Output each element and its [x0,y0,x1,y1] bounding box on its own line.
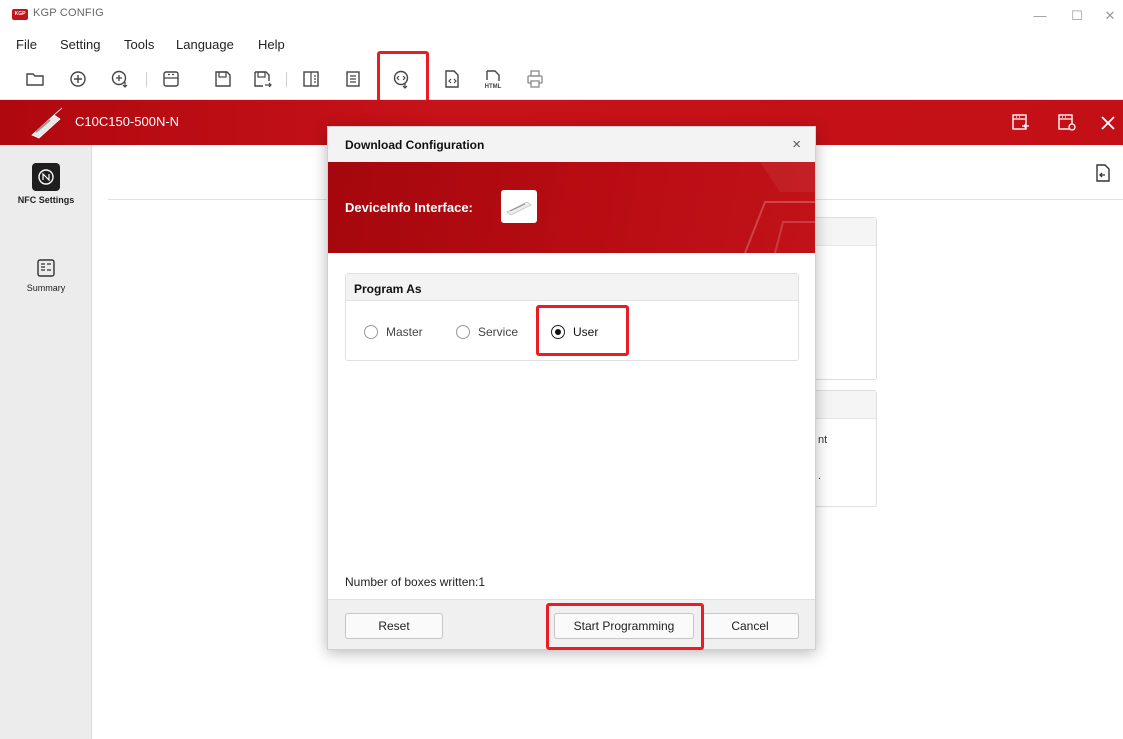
toolbar-separator [286,72,287,87]
program-as-title: Program As [354,282,422,296]
radio-circle [456,325,470,339]
minimize-button[interactable]: — [1030,6,1050,26]
cancel-button[interactable]: Cancel [701,613,799,639]
sidebar: NFC Settings Summary [0,145,92,739]
close-window-button[interactable]: ✕ [1100,6,1120,26]
user-option-highlight [536,305,629,356]
sidebar-item-label: Summary [26,283,66,293]
toolbar-separator [146,72,147,87]
export-file-icon[interactable] [1093,163,1113,183]
boxes-written-status: Number of boxes written:1 [345,575,486,589]
dialog-close-button[interactable]: × [792,136,801,153]
settings-window-icon[interactable] [1056,112,1078,134]
toolbar: HTML [0,51,1123,103]
split-view-icon[interactable] [300,68,322,90]
app-title: KGP CONFIG [33,7,104,19]
device-interface-banner: DeviceInfo Interface: [328,162,815,253]
download-config-highlight [377,51,429,103]
banner-decoration [744,162,815,253]
program-as-header: Program As [346,274,798,301]
nfc-icon [32,163,60,191]
start-programming-highlight [546,603,704,650]
html-label: HTML [485,84,502,90]
menu-setting[interactable]: Setting [60,37,100,52]
radio-label: Master [386,325,423,339]
folder-open-icon[interactable] [24,68,46,90]
sidebar-item-summary[interactable]: Summary [0,257,92,293]
add-upload-icon[interactable] [109,68,131,90]
radio-label: Service [478,325,519,339]
dialog-title: Download Configuration [345,138,485,152]
background-partial-text: nt [818,434,828,446]
reset-button[interactable]: Reset [345,613,443,639]
sidebar-item-label: NFC Settings [17,195,75,205]
device-image [31,107,63,139]
background-partial-text: . [818,470,822,482]
dialog-footer: Reset Start Programming Cancel [328,599,815,650]
device-name: C10C150-500N-N [75,114,180,129]
html-export-icon[interactable]: HTML [482,68,504,90]
title-bar: KGP KGP CONFIG — ☐ ✕ [0,0,1123,34]
menu-bar: File Setting Tools Language Help [0,34,1123,58]
load-settings-icon[interactable] [1010,112,1032,134]
add-circle-icon[interactable] [67,68,89,90]
save-icon[interactable] [212,68,234,90]
device-interface-label: DeviceInfo Interface: [345,200,473,215]
code-export-icon[interactable] [441,68,463,90]
document-icon[interactable] [342,68,364,90]
device-save-icon[interactable] [160,68,182,90]
menu-language[interactable]: Language [176,37,234,52]
dialog-title-bar: Download Configuration × [328,127,815,162]
menu-help[interactable]: Help [258,37,285,52]
radio-circle [364,325,378,339]
interface-device-image [501,190,537,223]
close-device-icon[interactable] [1097,112,1119,134]
menu-file[interactable]: File [16,37,37,52]
menu-tools[interactable]: Tools [124,37,154,52]
sidebar-item-nfc-settings[interactable]: NFC Settings [0,163,92,205]
print-icon[interactable] [524,68,546,90]
maximize-button[interactable]: ☐ [1067,6,1087,26]
program-as-group: Program As Master Service User [345,273,799,361]
save-as-icon[interactable] [251,68,273,90]
download-configuration-dialog: Download Configuration × DeviceInfo Inte… [327,126,816,650]
summary-icon [35,257,57,279]
app-logo: KGP [12,9,28,20]
